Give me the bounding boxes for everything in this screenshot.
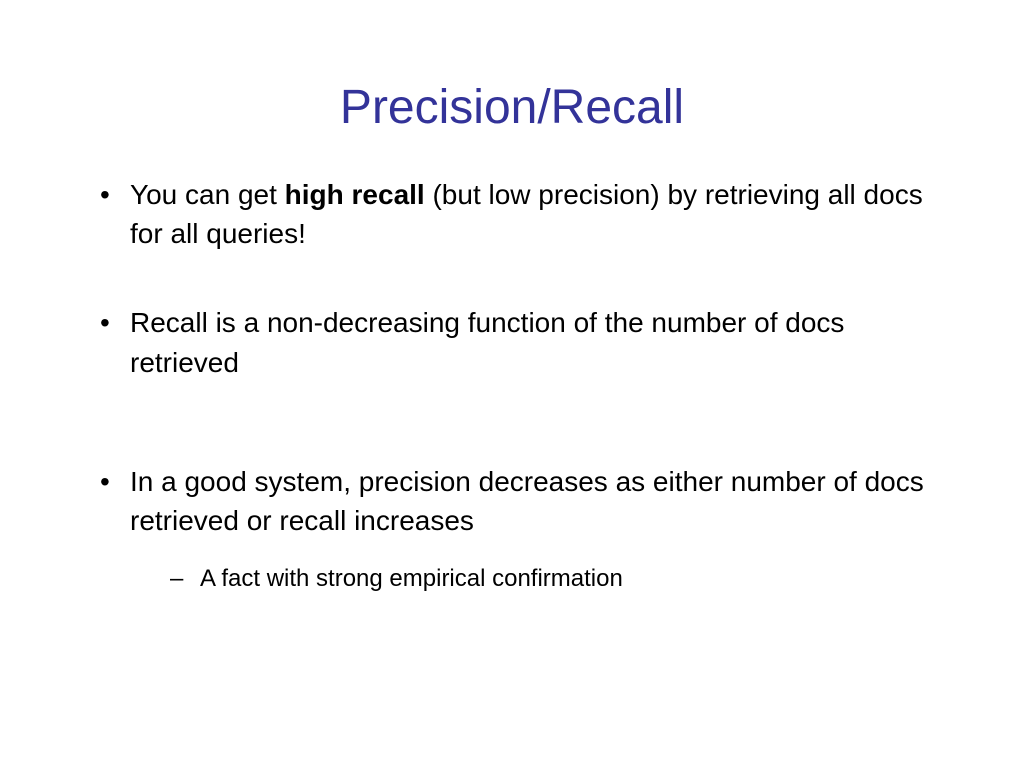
bullet-1-prefix: You can get [130, 179, 285, 210]
bullet-1-bold: high recall [285, 179, 425, 210]
bullet-item-1: You can get high recall (but low precisi… [100, 175, 954, 253]
slide-container: Precision/Recall You can get high recall… [0, 0, 1024, 768]
sub-bullet-list: A fact with strong empirical confirmatio… [130, 562, 954, 596]
slide-title: Precision/Recall [70, 80, 954, 135]
bullet-3-text: In a good system, precision decreases as… [130, 466, 924, 536]
sub-bullet-1-text: A fact with strong empirical confirmatio… [200, 565, 623, 592]
bullet-item-2: Recall is a non-decreasing function of t… [100, 303, 954, 381]
bullet-2-text: Recall is a non-decreasing function of t… [130, 307, 844, 377]
bullet-item-3: In a good system, precision decreases as… [100, 462, 954, 596]
sub-bullet-item-1: A fact with strong empirical confirmatio… [170, 562, 954, 596]
spacer [100, 432, 954, 462]
bullet-list: You can get high recall (but low precisi… [70, 175, 954, 596]
